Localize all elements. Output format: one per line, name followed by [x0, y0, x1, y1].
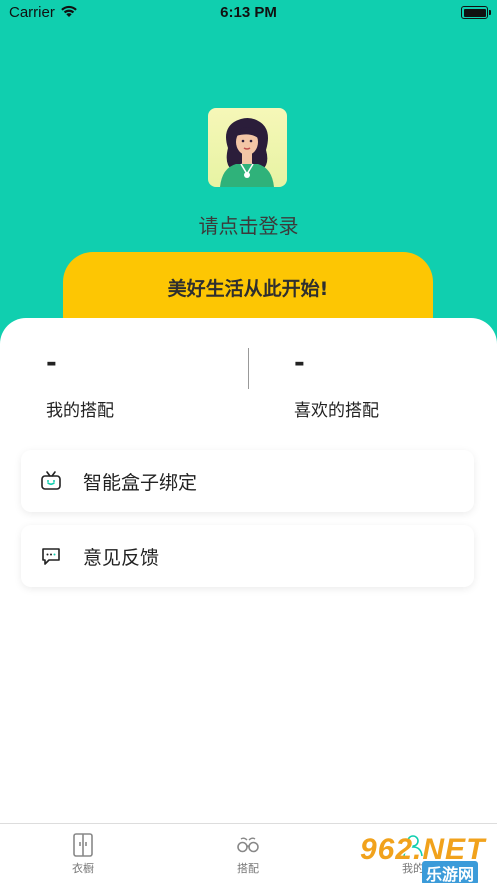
- avatar-illustration-icon: [220, 118, 274, 187]
- tab-label: 衣橱: [72, 862, 94, 875]
- watermark-logo: 962.NET 乐游网: [360, 833, 497, 883]
- tab-label: 搭配: [237, 862, 259, 875]
- battery-icon: [461, 6, 491, 19]
- stat-value: -: [46, 348, 57, 378]
- menu-item-label: 意见反馈: [83, 547, 160, 569]
- profile-card: - 我的搭配 - 喜欢的搭配 智能盒子绑定 意见反馈: [0, 318, 497, 823]
- stat-value: -: [294, 348, 305, 378]
- status-time: 6:13 PM: [220, 4, 277, 21]
- banner-text: 美好生活从此开始!: [167, 278, 329, 300]
- menu-item-smart-box[interactable]: 智能盒子绑定: [21, 450, 474, 512]
- my-outfits-stat[interactable]: - 我的搭配: [46, 348, 114, 421]
- wardrobe-icon: [73, 833, 93, 857]
- menu-item-label: 智能盒子绑定: [83, 472, 198, 494]
- menu-item-feedback[interactable]: 意见反馈: [21, 525, 474, 587]
- liked-outfits-stat[interactable]: - 喜欢的搭配: [294, 348, 379, 421]
- watermark-sub: 乐游网: [422, 861, 479, 883]
- glasses-icon: [237, 837, 259, 853]
- avatar[interactable]: [208, 108, 287, 187]
- tab-outfits[interactable]: 搭配: [208, 832, 288, 876]
- stat-label: 喜欢的搭配: [294, 401, 379, 421]
- login-prompt[interactable]: 请点击登录: [0, 210, 497, 239]
- tab-wardrobe[interactable]: 衣橱: [43, 832, 123, 876]
- message-icon: [42, 548, 60, 565]
- stat-divider: [248, 348, 249, 389]
- status-bar: Carrier 6:13 PM: [0, 0, 497, 28]
- stat-label: 我的搭配: [46, 401, 114, 421]
- tv-box-icon: [41, 471, 61, 490]
